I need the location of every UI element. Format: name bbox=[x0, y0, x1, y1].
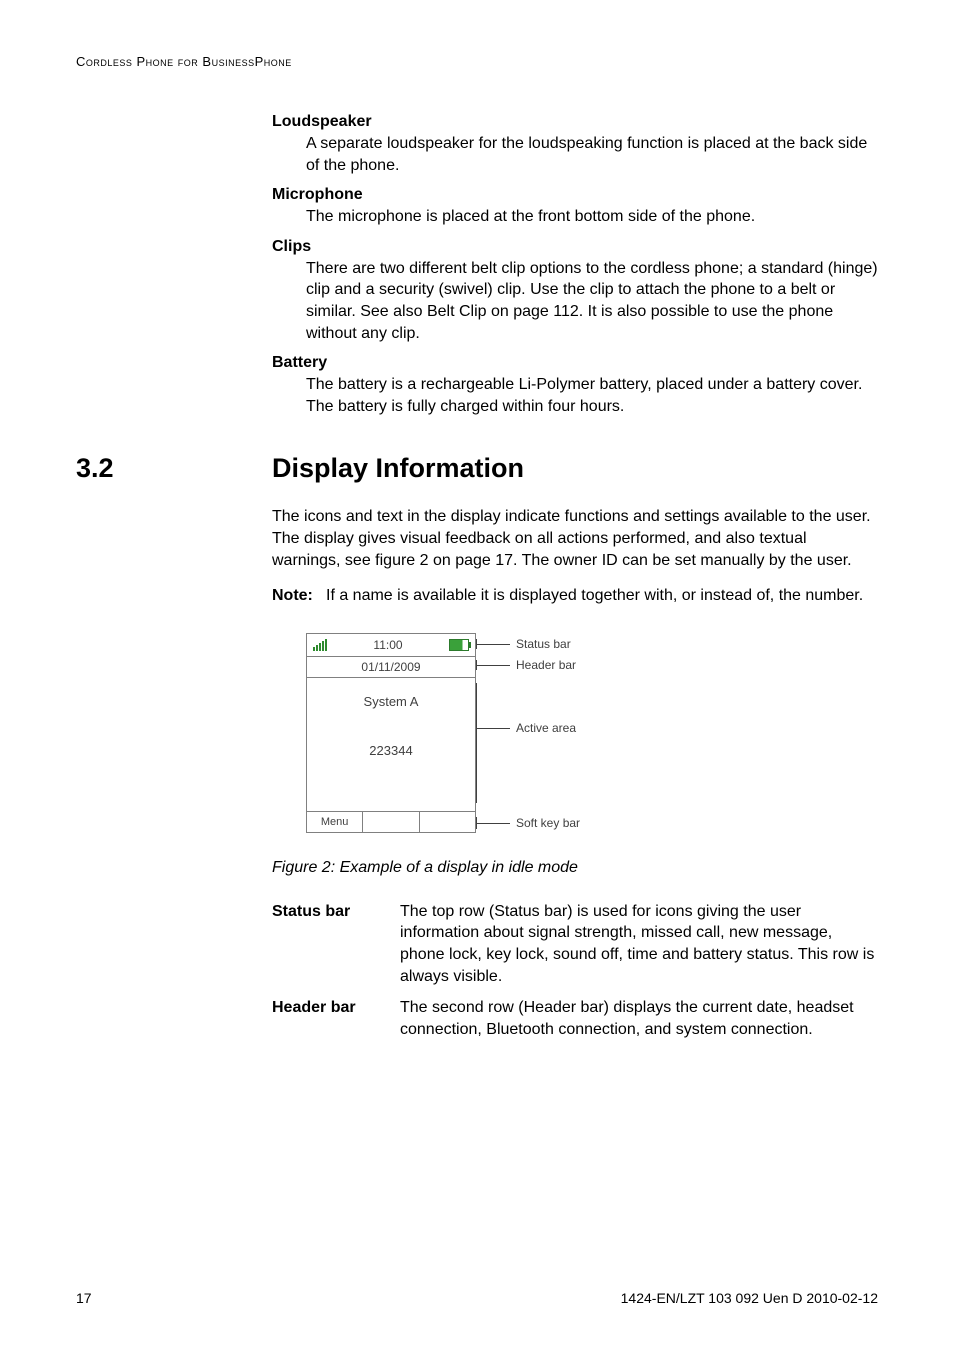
header-bar: 01/11/2009 bbox=[307, 657, 475, 678]
status-time: 11:00 bbox=[373, 638, 402, 652]
defn-loudspeaker: A separate loudspeaker for the loudspeak… bbox=[306, 133, 878, 176]
callout-status: Status bar bbox=[516, 637, 571, 651]
intro-paragraph: The icons and text in the display indica… bbox=[272, 506, 878, 571]
owner-id: 223344 bbox=[307, 709, 475, 758]
phone-screen: 11:00 01/11/2009 System A 223344 Menu bbox=[306, 633, 476, 833]
term-battery: Battery bbox=[272, 354, 878, 372]
softkey-bar: Menu bbox=[307, 811, 475, 832]
term-loudspeaker: Loudspeaker bbox=[272, 113, 878, 131]
note: Note: If a name is available it is displ… bbox=[272, 585, 878, 607]
display-figure: 11:00 01/11/2009 System A 223344 Menu bbox=[306, 633, 878, 851]
def-term-status-bar: Status bar bbox=[272, 901, 390, 987]
defn-microphone: The microphone is placed at the front bo… bbox=[306, 206, 878, 228]
note-text: If a name is available it is displayed t… bbox=[326, 585, 863, 607]
defn-battery: The battery is a rechargeable Li-Polymer… bbox=[306, 374, 878, 417]
def-text-status-bar: The top row (Status bar) is used for ico… bbox=[400, 901, 878, 987]
softkey-empty-2 bbox=[420, 812, 475, 832]
softkey-empty-1 bbox=[363, 812, 419, 832]
active-area: System A 223344 bbox=[307, 678, 475, 812]
status-bar: 11:00 bbox=[307, 634, 475, 657]
system-name: System A bbox=[307, 678, 475, 709]
term-clips: Clips bbox=[272, 238, 878, 256]
doc-id: 1424-EN/LZT 103 092 Uen D 2010-02-12 bbox=[621, 1290, 878, 1306]
note-label: Note: bbox=[272, 585, 326, 607]
callout-softkey: Soft key bar bbox=[516, 816, 580, 830]
page-number: 17 bbox=[76, 1290, 92, 1306]
callout-active: Active area bbox=[516, 721, 576, 735]
section-title: Display Information bbox=[272, 453, 524, 484]
running-header: Cordless Phone for BusinessPhone bbox=[76, 54, 878, 69]
figure-caption: Figure 2: Example of a display in idle m… bbox=[272, 859, 878, 877]
signal-icon bbox=[313, 639, 327, 651]
term-microphone: Microphone bbox=[272, 186, 878, 204]
softkey-menu: Menu bbox=[307, 812, 363, 832]
battery-icon bbox=[449, 639, 469, 651]
def-term-header-bar: Header bar bbox=[272, 997, 390, 1040]
defn-clips: There are two different belt clip option… bbox=[306, 258, 878, 344]
section-number: 3.2 bbox=[76, 453, 272, 484]
def-text-header-bar: The second row (Header bar) displays the… bbox=[400, 997, 878, 1040]
callout-header: Header bar bbox=[516, 658, 576, 672]
